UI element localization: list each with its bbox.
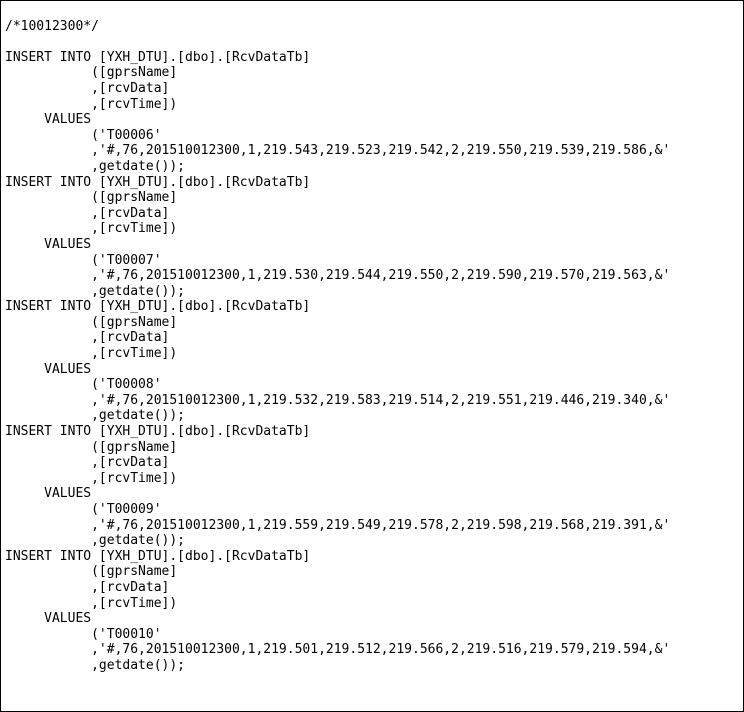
code-line: ,'#,76,201510012300,1,219.559,219.549,21… [5, 518, 739, 534]
code-line: INSERT INTO [YXH_DTU].[dbo].[RcvDataTb] [5, 50, 739, 66]
code-line: ,[rcvData] [5, 81, 739, 97]
code-line: ('T00007' [5, 253, 739, 269]
code-line: ,'#,76,201510012300,1,219.532,219.583,21… [5, 393, 739, 409]
code-line: ,[rcvTime]) [5, 596, 739, 612]
code-line: ,'#,76,201510012300,1,219.543,219.523,21… [5, 143, 739, 159]
code-line: ('T00009' [5, 502, 739, 518]
comment-line: /*10012300*/ [5, 19, 739, 35]
code-line: ,[rcvTime]) [5, 221, 739, 237]
code-line: ,[rcvData] [5, 330, 739, 346]
code-line: ([gprsName] [5, 190, 739, 206]
code-line: ,getdate()); [5, 533, 739, 549]
code-line: VALUES [5, 237, 739, 253]
code-line: ('T00008' [5, 377, 739, 393]
code-line: ('T00010' [5, 627, 739, 643]
code-line: ([gprsName] [5, 440, 739, 456]
code-line: ,[rcvTime]) [5, 346, 739, 362]
code-line: ,getdate()); [5, 284, 739, 300]
code-line: VALUES [5, 486, 739, 502]
code-line: ,getdate()); [5, 159, 739, 175]
code-line: ,getdate()); [5, 408, 739, 424]
code-line: VALUES [5, 112, 739, 128]
code-line: INSERT INTO [YXH_DTU].[dbo].[RcvDataTb] [5, 549, 739, 565]
code-line: VALUES [5, 611, 739, 627]
code-line: INSERT INTO [YXH_DTU].[dbo].[RcvDataTb] [5, 299, 739, 315]
code-line: ,[rcvData] [5, 580, 739, 596]
code-line: VALUES [5, 362, 739, 378]
code-line: ,[rcvData] [5, 455, 739, 471]
code-line: ,[rcvTime]) [5, 97, 739, 113]
code-line: INSERT INTO [YXH_DTU].[dbo].[RcvDataTb] [5, 424, 739, 440]
code-line: ([gprsName] [5, 315, 739, 331]
code-line: ,'#,76,201510012300,1,219.501,219.512,21… [5, 642, 739, 658]
code-line: INSERT INTO [YXH_DTU].[dbo].[RcvDataTb] [5, 175, 739, 191]
code-line: ,[rcvData] [5, 206, 739, 222]
code-line: ,getdate()); [5, 658, 739, 674]
sql-script-viewer: /*10012300*/ INSERT INTO [YXH_DTU].[dbo]… [0, 0, 744, 712]
code-line: ,[rcvTime]) [5, 471, 739, 487]
code-line: ,'#,76,201510012300,1,219.530,219.544,21… [5, 268, 739, 284]
code-line: ([gprsName] [5, 564, 739, 580]
code-line: ([gprsName] [5, 65, 739, 81]
code-line: ('T00006' [5, 128, 739, 144]
